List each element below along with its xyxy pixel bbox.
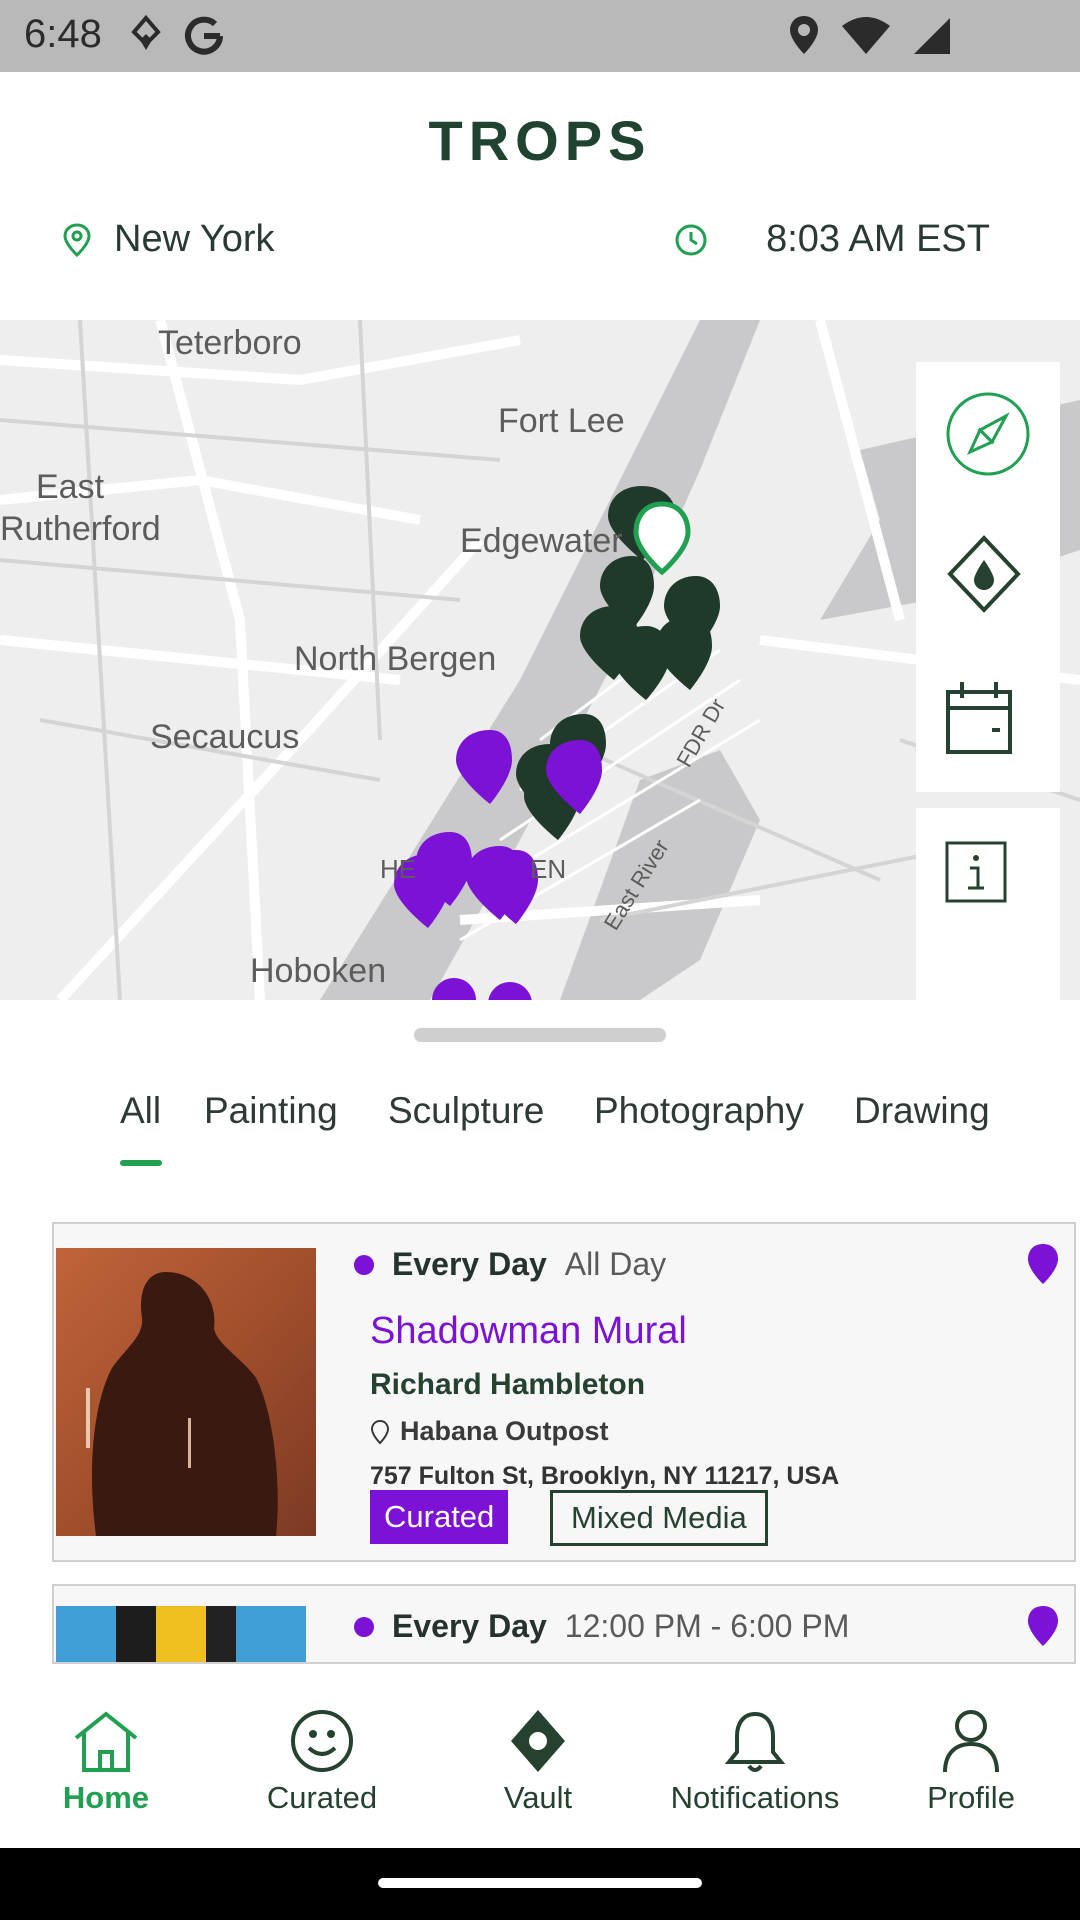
map-label: Edgewater xyxy=(460,522,623,560)
nav-profile[interactable]: Profile xyxy=(881,1708,1061,1816)
nav-profile-label: Profile xyxy=(927,1780,1015,1815)
clock-icon xyxy=(675,224,707,255)
medium-tag: Mixed Media xyxy=(550,1490,768,1546)
map[interactable]: Teterboro Fort Lee East Rutherford Edgew… xyxy=(0,320,1080,1000)
bottom-navigation: Home Curated Vault Notifications Profile xyxy=(0,1664,1080,1848)
category-dot xyxy=(354,1254,374,1275)
show-on-map-button[interactable] xyxy=(1026,1242,1060,1291)
nav-vault[interactable]: Vault xyxy=(448,1708,628,1816)
home-icon xyxy=(74,1711,138,1772)
map-label: East xyxy=(36,468,105,506)
tab-all[interactable]: All xyxy=(120,1090,161,1132)
medium-filter-button[interactable] xyxy=(944,534,1032,622)
nav-home-label: Home xyxy=(62,1780,150,1815)
app-title: TROPS xyxy=(428,109,652,172)
nav-vault-label: Vault xyxy=(503,1780,573,1815)
map-label: Secaucus xyxy=(150,718,300,756)
google-icon xyxy=(185,16,223,55)
tab-painting[interactable]: Painting xyxy=(204,1090,338,1132)
bell-icon xyxy=(725,1711,785,1772)
artwork-thumbnail xyxy=(56,1248,316,1536)
map-label: Fort Lee xyxy=(498,402,625,440)
listing-card[interactable]: Every Day All Day Shadowman Mural Richar… xyxy=(52,1222,1076,1562)
navigate-button[interactable] xyxy=(944,390,1032,478)
cell-signal-icon xyxy=(914,18,950,54)
info-icon xyxy=(945,841,1007,903)
time-display: 8:03 AM EST xyxy=(674,218,990,261)
nav-home[interactable]: Home xyxy=(16,1708,196,1816)
category-tabs: All Painting Sculpture Photography Drawi… xyxy=(0,1090,1000,1170)
schedule: Every Day All Day xyxy=(354,1246,666,1283)
venue-address: 757 Fulton St, Brooklyn, NY 11217, USA xyxy=(370,1462,840,1490)
status-time: 6:48 xyxy=(24,12,102,56)
tab-photography[interactable]: Photography xyxy=(594,1090,804,1132)
schedule-time: 12:00 PM - 6:00 PM xyxy=(564,1608,850,1644)
nav-notifications-label: Notifications xyxy=(670,1780,840,1815)
map-label: Hoboken xyxy=(250,952,387,990)
wifi-icon xyxy=(842,17,890,54)
schedule: Every Day 12:00 PM - 6:00 PM xyxy=(354,1608,849,1645)
artwork-thumbnail xyxy=(56,1606,306,1662)
location-icon xyxy=(790,16,818,54)
ink-drop-icon xyxy=(947,535,1021,613)
nav-curated[interactable]: Curated xyxy=(232,1708,412,1816)
status-bar: 6:48 xyxy=(0,0,1080,72)
active-tab-indicator xyxy=(120,1160,162,1166)
map-pin-icon xyxy=(1028,1244,1058,1284)
location-time-row: New York 8:03 AM EST xyxy=(0,212,1080,272)
current-time: 8:03 AM EST xyxy=(766,218,990,260)
schedule-time: All Day xyxy=(564,1246,667,1282)
system-gesture-bar xyxy=(0,1848,1080,1920)
calendar-icon xyxy=(946,682,1012,754)
map-pin-outline-icon xyxy=(370,1419,390,1444)
tab-sculpture[interactable]: Sculpture xyxy=(388,1090,544,1132)
artist-name: Richard Hambleton xyxy=(370,1368,646,1401)
map-pin-icon xyxy=(1028,1606,1058,1646)
tab-drawing[interactable]: Drawing xyxy=(854,1090,990,1132)
vault-diamond-icon xyxy=(511,1710,565,1772)
location-selector[interactable]: New York xyxy=(62,218,275,261)
map-pin-icon xyxy=(63,222,91,257)
category-dot xyxy=(354,1616,374,1637)
map-label: Teterboro xyxy=(158,324,302,362)
map-label: Rutherford xyxy=(0,510,161,548)
show-on-map-button[interactable] xyxy=(1026,1604,1060,1653)
curated-face-icon xyxy=(291,1710,353,1772)
compass-icon xyxy=(946,392,1030,476)
home-gesture-handle[interactable] xyxy=(378,1878,702,1888)
nav-notifications[interactable]: Notifications xyxy=(665,1708,845,1816)
profile-icon xyxy=(943,1710,999,1773)
nav-curated-label: Curated xyxy=(266,1780,378,1815)
map-label: HE xyxy=(380,854,417,884)
listing-card[interactable]: Every Day 12:00 PM - 6:00 PM xyxy=(52,1584,1076,1664)
venue: Habana Outpost xyxy=(370,1416,609,1447)
data-saver-icon xyxy=(131,14,161,50)
calendar-button[interactable] xyxy=(944,680,1032,768)
listing-title[interactable]: Shadowman Mural xyxy=(370,1310,687,1353)
info-button[interactable] xyxy=(944,840,1032,928)
schedule-day: Every Day xyxy=(392,1246,547,1282)
venue-name: Habana Outpost xyxy=(400,1416,609,1446)
schedule-day: Every Day xyxy=(392,1608,547,1644)
bottom-sheet-handle[interactable] xyxy=(414,1028,666,1042)
map-label: North Bergen xyxy=(294,640,497,678)
curated-tag: Curated xyxy=(370,1490,509,1544)
map-label: EN xyxy=(530,854,567,884)
location-label: New York xyxy=(114,218,275,260)
